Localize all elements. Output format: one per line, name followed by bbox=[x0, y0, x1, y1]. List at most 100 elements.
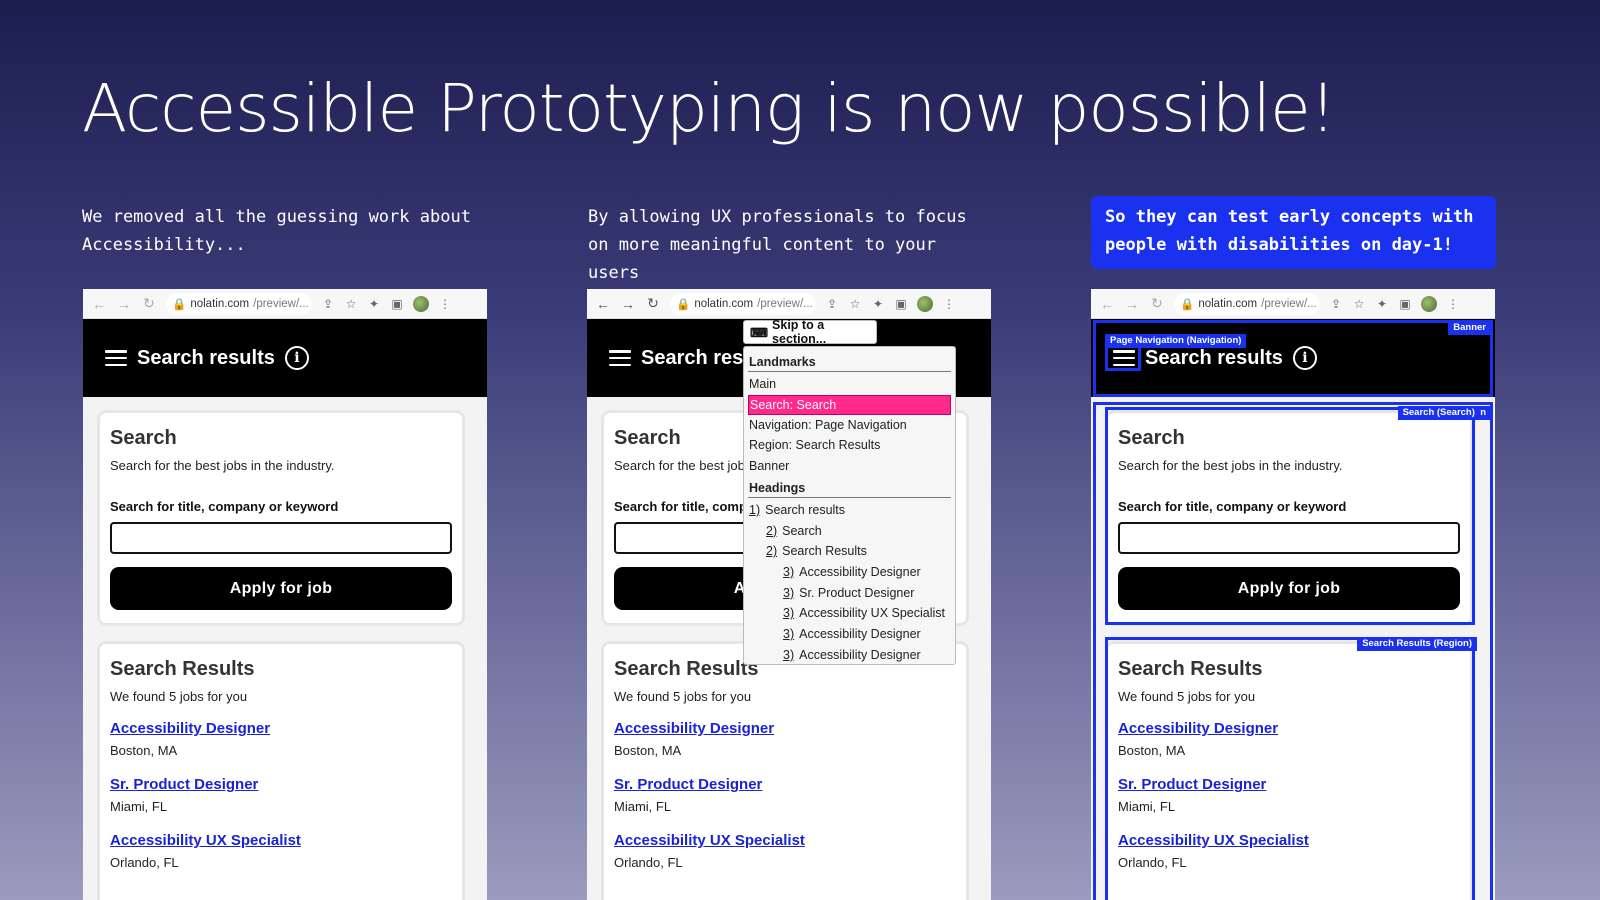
caption-2: By allowing UX professionals to focus on… bbox=[588, 207, 967, 283]
app-title: Search results bbox=[137, 346, 275, 369]
skip-menu: Landmarks Main Search: Search Navigation… bbox=[743, 346, 956, 665]
job-link[interactable]: Accessibility Designer bbox=[1118, 720, 1460, 737]
keyboard-icon: ⌨ bbox=[750, 325, 769, 340]
job-link[interactable]: Accessibility Designer bbox=[110, 720, 452, 737]
banner-landmark-tag: Banner bbox=[1448, 321, 1491, 335]
job-location: Orlando, FL bbox=[1118, 855, 1187, 870]
hamburger-menu-icon[interactable] bbox=[105, 350, 127, 366]
hamburger-menu-icon[interactable] bbox=[1113, 350, 1135, 366]
url-bar[interactable]: 🔒 nolatin.com/preview/... bbox=[1174, 292, 1320, 315]
job-link[interactable]: Sr. Product Designer bbox=[110, 776, 452, 793]
job-location: Boston, MA bbox=[1118, 743, 1186, 758]
landmark-item[interactable]: Banner bbox=[748, 456, 951, 477]
results-heading: Search Results bbox=[110, 658, 255, 680]
skip-label: Skip to a section... bbox=[772, 318, 827, 346]
lock-icon: 🔒 bbox=[676, 298, 691, 311]
job-link[interactable]: Accessibility UX Specialist bbox=[614, 832, 956, 849]
results-heading: Search Results bbox=[1118, 658, 1263, 680]
browser-toolbar: ← → ↻ 🔒 nolatin.com/preview/... ⇪ ☆ ✦ ▣ … bbox=[587, 289, 991, 319]
sidepanel-icon[interactable]: ▣ bbox=[894, 297, 908, 311]
sidepanel-icon[interactable]: ▣ bbox=[1398, 297, 1412, 311]
hamburger-menu-icon[interactable] bbox=[609, 350, 631, 366]
results-count: We found 5 jobs for you bbox=[1118, 689, 1256, 704]
heading-item[interactable]: 2) Search Results bbox=[748, 541, 951, 562]
share-icon[interactable]: ⇪ bbox=[321, 297, 335, 311]
forward-arrow-icon[interactable]: → bbox=[1124, 296, 1140, 312]
job-location: Orlando, FL bbox=[614, 855, 683, 870]
headings-heading: Headings bbox=[748, 480, 951, 498]
share-icon[interactable]: ⇪ bbox=[1329, 297, 1343, 311]
search-input[interactable] bbox=[110, 522, 452, 554]
caption-1: We removed all the guessing work about A… bbox=[82, 207, 471, 255]
star-icon[interactable]: ☆ bbox=[344, 297, 358, 311]
heading-item[interactable]: 3) Accessibility Designer bbox=[748, 624, 951, 645]
avatar[interactable] bbox=[917, 295, 933, 312]
reload-icon[interactable]: ↻ bbox=[141, 295, 157, 312]
url-path: /preview/... bbox=[1261, 297, 1317, 310]
job-location: Miami, FL bbox=[1118, 799, 1176, 814]
heading-item[interactable]: 1) Search results bbox=[748, 500, 951, 521]
back-arrow-icon[interactable]: ← bbox=[91, 296, 107, 312]
search-card: Search Search for the best jobs in the i… bbox=[97, 410, 465, 626]
more-icon[interactable]: ⋮ bbox=[438, 297, 452, 311]
app-header: Search results i bbox=[1091, 319, 1495, 397]
job-link[interactable]: Accessibility UX Specialist bbox=[110, 832, 452, 849]
job-location: Boston, MA bbox=[110, 743, 178, 758]
more-icon[interactable]: ⋮ bbox=[942, 297, 956, 311]
apply-button[interactable]: Apply for job bbox=[110, 567, 452, 610]
phone-preview-2: ← → ↻ 🔒 nolatin.com/preview/... ⇪ ☆ ✦ ▣ … bbox=[587, 289, 991, 900]
sidepanel-icon[interactable]: ▣ bbox=[390, 297, 404, 311]
extensions-icon[interactable]: ✦ bbox=[871, 297, 885, 311]
url-domain: nolatin.com bbox=[694, 297, 754, 310]
landmark-item[interactable]: Region: Search Results bbox=[748, 435, 951, 456]
reload-icon[interactable]: ↻ bbox=[645, 295, 661, 312]
star-icon[interactable]: ☆ bbox=[1352, 297, 1366, 311]
job-link[interactable]: Sr. Product Designer bbox=[1118, 776, 1460, 793]
avatar[interactable] bbox=[1421, 295, 1437, 312]
url-path: /preview/... bbox=[253, 297, 309, 310]
url-bar[interactable]: 🔒 nolatin.com/preview/... bbox=[166, 292, 312, 315]
heading-item[interactable]: 3) Accessibility Designer bbox=[748, 562, 951, 583]
job-link[interactable]: Accessibility UX Specialist bbox=[1118, 832, 1460, 849]
apply-button[interactable]: Apply for job bbox=[1118, 567, 1460, 610]
extensions-icon[interactable]: ✦ bbox=[367, 297, 381, 311]
star-icon[interactable]: ☆ bbox=[848, 297, 862, 311]
info-icon[interactable]: i bbox=[284, 346, 309, 370]
back-arrow-icon[interactable]: ← bbox=[1099, 296, 1115, 312]
lock-icon: 🔒 bbox=[172, 298, 187, 311]
heading-item[interactable]: 3) Accessibility UX Specialist bbox=[748, 603, 951, 624]
heading-item[interactable]: 2) Search bbox=[748, 521, 951, 542]
caption-3-highlight: So they can test early concepts with peo… bbox=[1091, 196, 1496, 269]
more-icon[interactable]: ⋮ bbox=[1446, 297, 1460, 311]
forward-arrow-icon[interactable]: → bbox=[116, 296, 132, 312]
skip-to-section-button[interactable]: ⌨ Skip to a section... bbox=[743, 318, 877, 346]
region-landmark-tag: Search Results (Region) bbox=[1357, 637, 1477, 651]
app-header: Search results i bbox=[83, 319, 487, 397]
reload-icon[interactable]: ↻ bbox=[1149, 295, 1165, 312]
search-heading: Search bbox=[110, 427, 177, 449]
search-input[interactable] bbox=[1118, 522, 1460, 554]
landmark-item-active[interactable]: Search: Search bbox=[748, 394, 951, 415]
url-domain: nolatin.com bbox=[1198, 297, 1258, 310]
heading-item[interactable]: 3) Sr. Product Designer bbox=[748, 583, 951, 604]
landmarks-heading: Landmarks bbox=[748, 354, 951, 372]
forward-arrow-icon[interactable]: → bbox=[620, 296, 636, 312]
landmark-item[interactable]: Main bbox=[748, 374, 951, 395]
results-card: Search Results We found 5 jobs for you A… bbox=[601, 641, 969, 900]
url-bar[interactable]: 🔒 nolatin.com/preview/... bbox=[670, 292, 816, 315]
job-location: Miami, FL bbox=[614, 799, 672, 814]
landmark-item[interactable]: Navigation: Page Navigation bbox=[748, 415, 951, 436]
extensions-icon[interactable]: ✦ bbox=[1375, 297, 1389, 311]
info-icon[interactable]: i bbox=[1292, 346, 1317, 370]
job-location: Miami, FL bbox=[110, 799, 168, 814]
avatar[interactable] bbox=[413, 295, 429, 312]
navigation-landmark-tag: Page Navigation (Navigation) bbox=[1105, 334, 1247, 348]
share-icon[interactable]: ⇪ bbox=[825, 297, 839, 311]
job-location: Boston, MA bbox=[614, 743, 682, 758]
back-arrow-icon[interactable]: ← bbox=[595, 296, 611, 312]
browser-toolbar: ← → ↻ 🔒 nolatin.com/preview/... ⇪ ☆ ✦ ▣ … bbox=[1091, 289, 1495, 319]
job-link[interactable]: Accessibility Designer bbox=[614, 720, 956, 737]
heading-item[interactable]: 3) Accessibility Designer bbox=[748, 645, 951, 666]
search-field-label: Search for title, company or keyword bbox=[1118, 499, 1347, 514]
job-link[interactable]: Sr. Product Designer bbox=[614, 776, 956, 793]
